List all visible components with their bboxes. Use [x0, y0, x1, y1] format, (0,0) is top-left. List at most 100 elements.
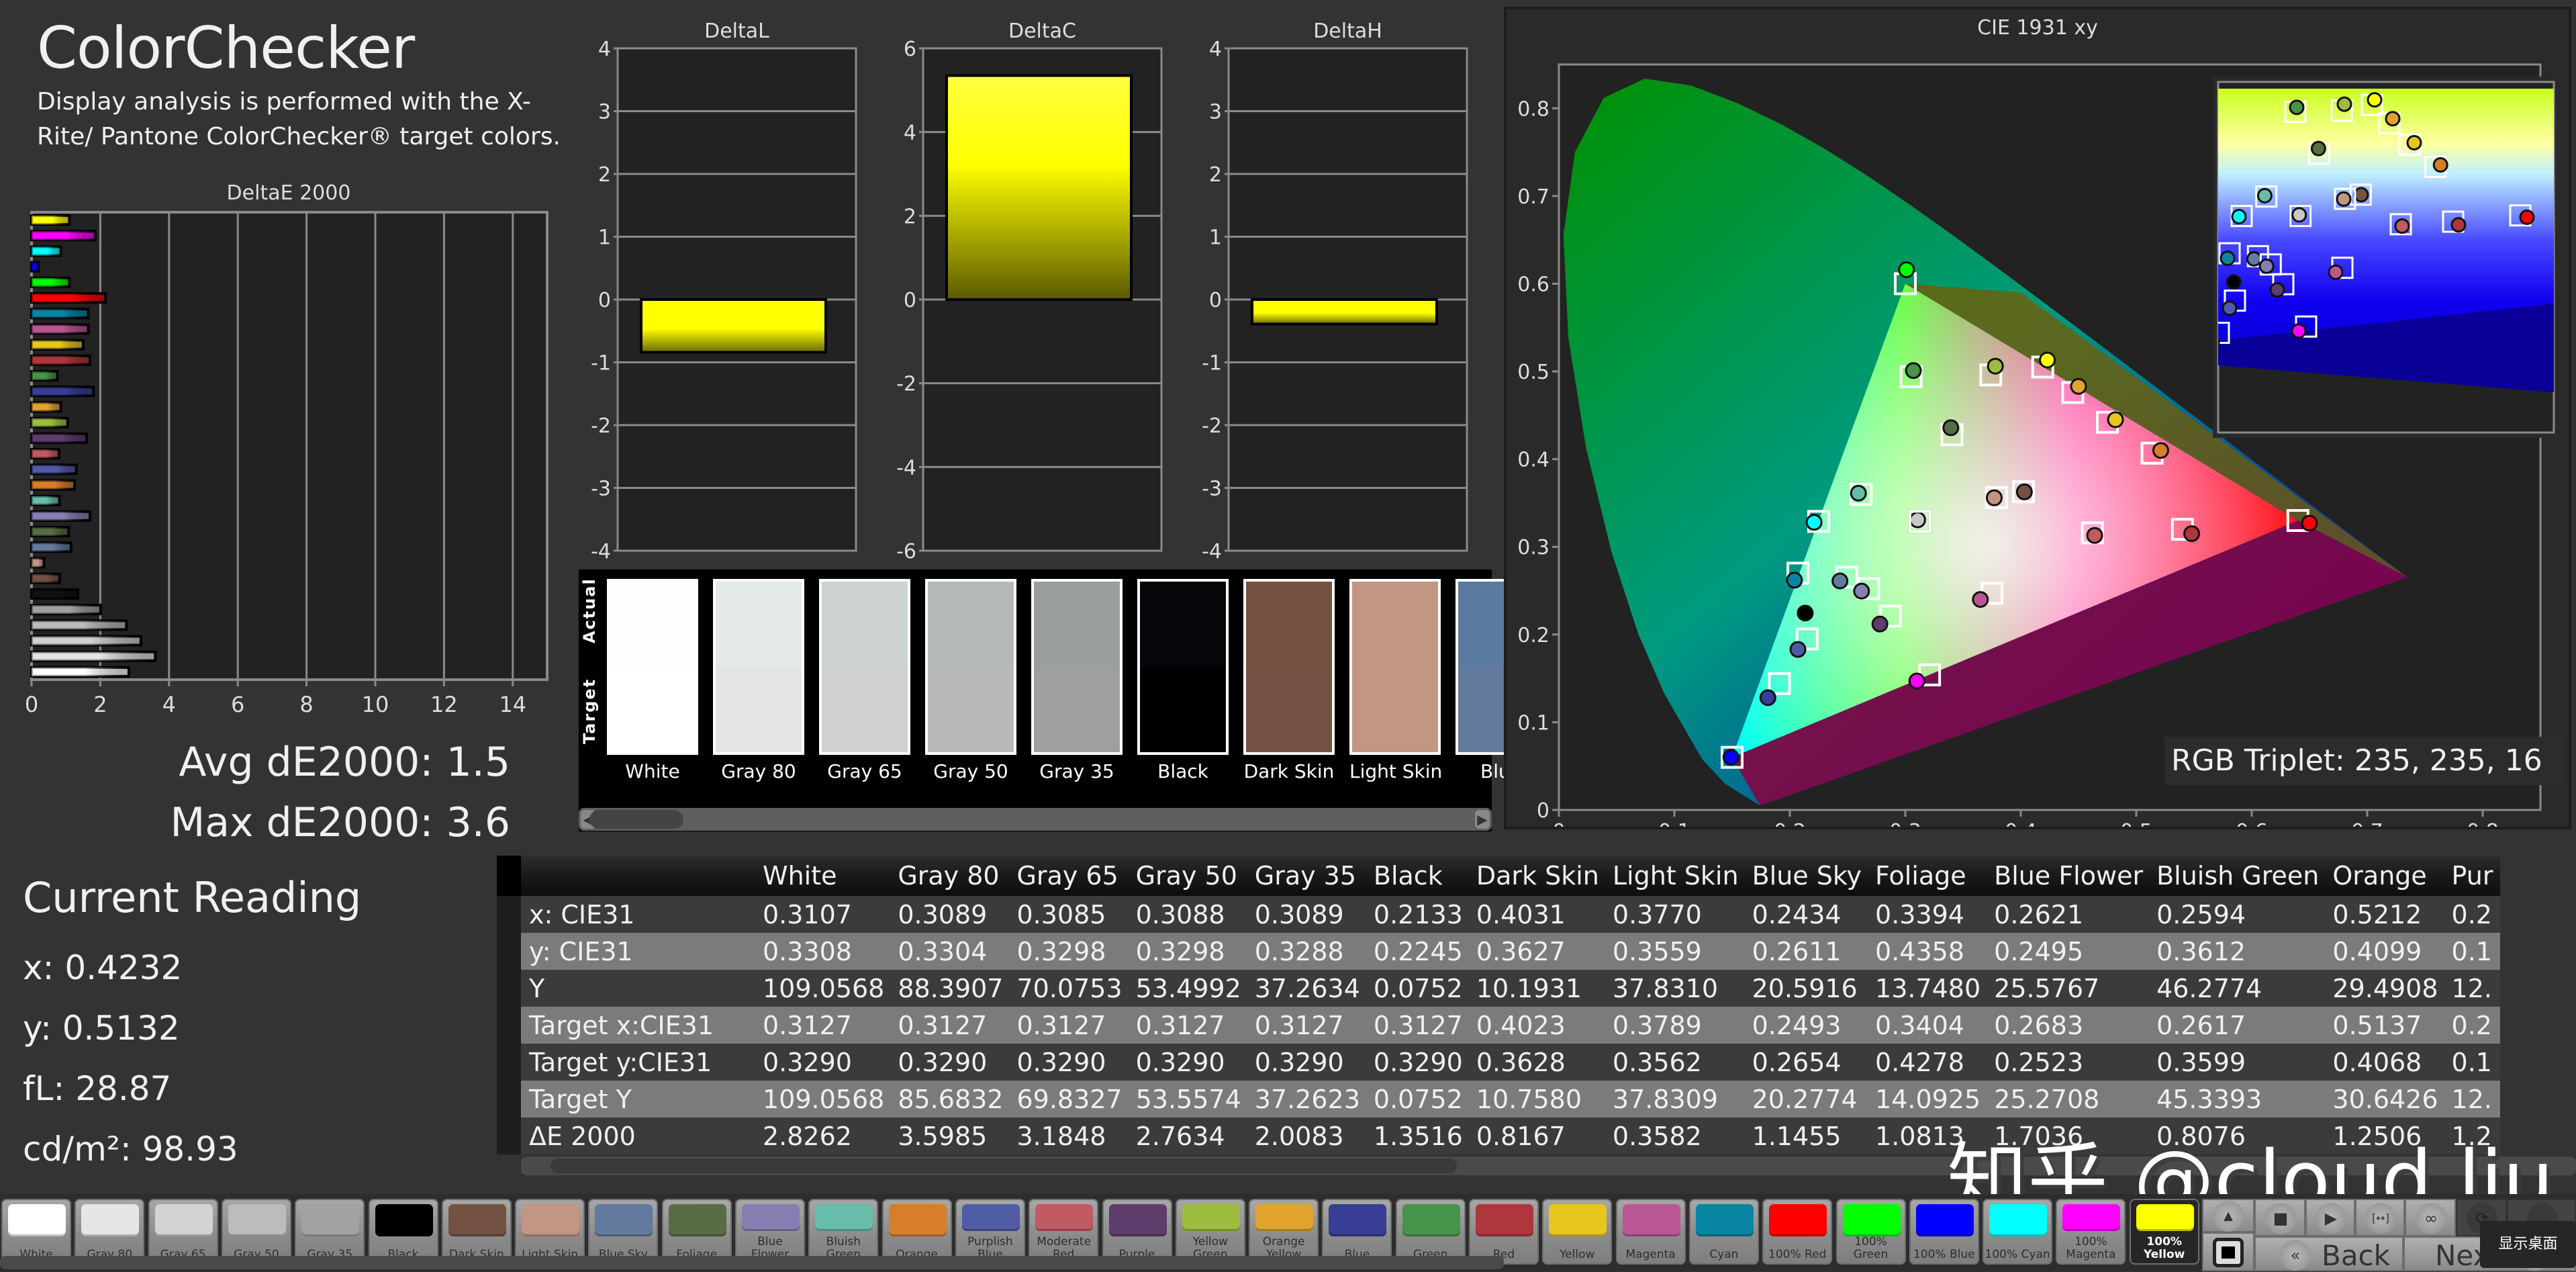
scroll-up-button[interactable]: ▲ — [2202, 1199, 2254, 1232]
row-gutter[interactable] — [497, 933, 521, 970]
play-button[interactable]: ▶ — [2305, 1199, 2355, 1236]
swatch-scrollbar[interactable]: ◀ ▶ — [579, 808, 1492, 831]
patch-button-gray-50[interactable]: Gray 50 — [221, 1199, 291, 1265]
patch-button-orange[interactable]: Orange — [881, 1199, 952, 1265]
table-cell: 25.2708 — [1987, 1081, 2150, 1118]
scroll-thumb[interactable] — [589, 810, 683, 829]
patch-color-chip — [81, 1204, 140, 1236]
patch-button-100-cyan[interactable]: 100% Cyan — [1983, 1199, 2053, 1265]
column-header[interactable]: Gray 50 — [1129, 856, 1248, 896]
row-gutter[interactable] — [497, 970, 521, 1007]
table-cell: 0.3290 — [1010, 1044, 1129, 1081]
deltae-bar-shade — [32, 636, 141, 645]
patch-button-orange-yellow[interactable]: Orange Yellow — [1249, 1199, 1319, 1265]
patch-button-blue-flower[interactable]: Blue Flower — [735, 1199, 805, 1265]
table-cell: 69.8327 — [1010, 1081, 1129, 1118]
patch-button-gray-35[interactable]: Gray 35 — [295, 1199, 365, 1265]
patch-button-gray-65[interactable]: Gray 65 — [148, 1199, 218, 1265]
table-cell: 0.2493 — [1745, 1007, 1869, 1044]
actual-point-blue — [1759, 689, 1776, 707]
row-label: Target y:CIE31 — [521, 1044, 756, 1081]
table-cell: 0.3127 — [891, 1007, 1010, 1044]
table-cell: 0.3127 — [1129, 1007, 1248, 1044]
patch-button-blue[interactable]: Blue — [1322, 1199, 1392, 1265]
inset-actual-dark-skin — [2353, 187, 2369, 203]
row-gutter[interactable] — [497, 1118, 521, 1154]
table-scroll-thumb[interactable] — [551, 1159, 1457, 1173]
deltae-bar-shade — [32, 340, 83, 349]
loop-button[interactable]: ∞ — [2405, 1199, 2456, 1236]
column-header[interactable]: Orange — [2326, 856, 2445, 896]
stop-measure-button[interactable] — [2202, 1232, 2254, 1271]
table-cell: 25.5767 — [1987, 970, 2150, 1007]
inset-target-100-green — [2282, 35, 2302, 55]
table-cell: 53.5574 — [1129, 1081, 1248, 1118]
row-gutter[interactable] — [497, 1007, 521, 1044]
page-subtitle: Display analysis is performed with the X… — [37, 88, 561, 150]
patch-color-chip — [1549, 1204, 1607, 1236]
patch-button-yellow[interactable]: Yellow — [1542, 1199, 1613, 1265]
table-cell: 0.3612 — [2150, 933, 2326, 970]
table-cell: 0.3290 — [1129, 1044, 1248, 1081]
actual-point-100-blue — [1722, 749, 1739, 766]
row-gutter[interactable] — [497, 1044, 521, 1081]
column-header[interactable]: Gray 65 — [1010, 856, 1129, 896]
table-cell: 1.1455 — [1745, 1118, 1869, 1154]
deltae-bar-shade — [32, 216, 70, 225]
delta-tick-label: -4 — [591, 540, 611, 563]
patch-label: Cyan — [1709, 1248, 1739, 1261]
patch-button-blue-sky[interactable]: Blue Sky — [588, 1199, 659, 1265]
table-cell: 2.0083 — [1247, 1118, 1367, 1154]
back-button[interactable]: « Back — [2254, 1236, 2403, 1272]
patch-button-cyan[interactable]: Cyan — [1688, 1199, 1759, 1265]
scroll-right-arrow[interactable]: ▶ — [1475, 810, 1490, 829]
patch-button-red[interactable]: Red — [1469, 1199, 1539, 1265]
patch-button-100-red[interactable]: 100% Red — [1762, 1199, 1833, 1265]
table-cell: 109.0568 — [756, 1081, 892, 1118]
patch-button-dark-skin[interactable]: Dark Skin — [441, 1199, 512, 1265]
table-cell: 0.3127 — [1366, 1007, 1470, 1044]
patch-color-chip — [1915, 1204, 1974, 1236]
column-header[interactable]: White — [756, 856, 892, 896]
patch-scrollbar[interactable] — [0, 1256, 1504, 1269]
column-header[interactable]: Pur — [2444, 856, 2500, 896]
column-header[interactable]: Gray 35 — [1247, 856, 1367, 896]
column-header[interactable]: Black — [1366, 856, 1470, 896]
table-cell: 46.2774 — [2150, 970, 2326, 1007]
swatch-box — [1031, 579, 1123, 755]
inset-actual-purple — [2269, 282, 2285, 298]
actual-point-100-magenta — [1908, 672, 1925, 690]
patch-button-100-green[interactable]: 100% Green — [1835, 1199, 1906, 1265]
column-header[interactable]: Blue Flower — [1987, 856, 2150, 896]
column-header[interactable]: Dark Skin — [1469, 856, 1606, 896]
patch-button-black[interactable]: Black — [368, 1199, 438, 1265]
patch-button-purple[interactable]: Purple — [1102, 1199, 1172, 1265]
patch-button-foliage[interactable]: Foliage — [661, 1199, 732, 1265]
column-header[interactable]: Gray 80 — [891, 856, 1010, 896]
deltae-bar-shade — [32, 511, 91, 520]
patch-button-gray-80[interactable]: Gray 80 — [75, 1199, 145, 1265]
column-header[interactable]: Bluish Green — [2150, 856, 2326, 896]
patch-button-bluish-green[interactable]: Bluish Green — [808, 1199, 879, 1265]
table-cell: 12. — [2444, 1081, 2500, 1118]
column-header[interactable]: Blue Sky — [1745, 856, 1869, 896]
row-gutter[interactable] — [497, 896, 521, 933]
patch-button-100-yellow[interactable]: 100% Yellow — [2129, 1199, 2199, 1265]
patch-button-green[interactable]: Green — [1395, 1199, 1466, 1265]
patch-button-magenta[interactable]: Magenta — [1615, 1199, 1686, 1265]
patch-button-100-blue[interactable]: 100% Blue — [1909, 1199, 1979, 1265]
patch-button-white[interactable]: White — [1, 1199, 71, 1265]
patch-button-moderate-red[interactable]: Moderate Red — [1029, 1199, 1099, 1265]
delta-tick-label: 0 — [598, 289, 611, 312]
patch-color-chip — [1842, 1204, 1901, 1236]
column-header[interactable]: Foliage — [1868, 856, 1988, 896]
row-gutter[interactable] — [497, 1081, 521, 1118]
patch-button-100-magenta[interactable]: 100% Magenta — [2056, 1199, 2126, 1265]
stop-button[interactable]: ■ — [2254, 1199, 2305, 1236]
deltae-bar-shade — [32, 433, 87, 443]
column-header[interactable]: Light Skin — [1605, 856, 1746, 896]
patch-button-purplish-blue[interactable]: Purplish Blue — [955, 1199, 1025, 1265]
patch-button-yellow-green[interactable]: Yellow Green — [1175, 1199, 1245, 1265]
range-button[interactable]: [↔] — [2355, 1199, 2405, 1236]
patch-button-light-skin[interactable]: Light Skin — [515, 1199, 585, 1265]
